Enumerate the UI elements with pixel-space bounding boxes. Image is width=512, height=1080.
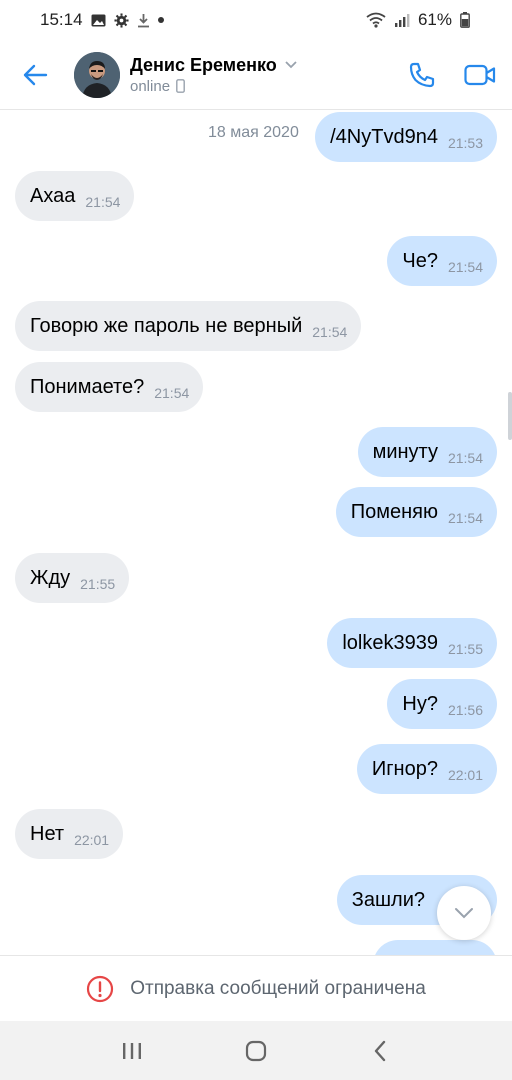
message-time: 21:54	[85, 194, 121, 210]
message-time: 22:01	[74, 832, 110, 848]
message-list[interactable]: /4NyTvd9n4 21:53 18 мая 2020 Ахаа 21:54 …	[0, 110, 512, 955]
chevron-down-icon	[455, 908, 473, 919]
message-time: 21:55	[447, 641, 483, 657]
home-button[interactable]	[236, 1031, 276, 1071]
message-bubble-out[interactable]: Игнор? 22:01	[356, 744, 497, 794]
message-bubble-out[interactable]: lolkek3939 21:55	[327, 618, 497, 668]
message-bubble-in[interactable]: Ахаа 21:54	[15, 171, 135, 221]
screen: 15:14 61% Денис Еременко online /4NyTvd9…	[0, 0, 512, 1080]
scroll-down-button[interactable]	[437, 886, 491, 940]
message-bubble-out[interactable]: минуту 21:54	[357, 427, 497, 477]
contact-status: online	[130, 77, 171, 95]
message-bubble-in[interactable]: Понимаете? 21:54	[15, 362, 204, 412]
system-back-button[interactable]	[360, 1031, 400, 1071]
avatar[interactable]	[74, 51, 120, 98]
battery-icon	[460, 12, 470, 28]
message-bubble-in[interactable]: Говорю же пароль не верный 21:54	[15, 301, 362, 351]
message-text: lolkek3939	[342, 631, 438, 654]
chevron-down-icon	[285, 61, 297, 69]
message-time: 21:55	[80, 576, 116, 592]
message-time: 21:54	[312, 324, 348, 340]
status-time: 15:14	[40, 10, 83, 29]
recent-apps-button[interactable]	[112, 1031, 152, 1071]
message-text: Ахаа	[30, 184, 76, 207]
messaging-restricted-notice: Отправка сообщений ограничена	[0, 955, 512, 1021]
message-time: 21:53	[447, 135, 483, 151]
chat-header: Денис Еременко online	[0, 40, 512, 110]
back-button[interactable]	[0, 40, 70, 110]
mobile-phone-icon	[176, 79, 185, 93]
contact-name: Денис Еременко	[130, 54, 277, 75]
home-icon	[245, 1040, 267, 1061]
gallery-icon	[91, 14, 106, 27]
notification-dot-icon	[157, 17, 164, 23]
message-text: Понимаете?	[30, 375, 145, 398]
message-bubble-out[interactable]: Че? 21:54	[387, 236, 497, 286]
message-text: Зашли?	[351, 888, 425, 911]
message-text: Че?	[402, 249, 438, 272]
message-time: 21:54	[447, 450, 483, 466]
battery-percent: 61%	[417, 10, 452, 29]
message-time: 22:01	[447, 767, 483, 783]
message-text: Говорю же пароль не верный	[30, 314, 303, 337]
message-text: /4NyTvd9n4	[330, 125, 438, 148]
message-bubble-out[interactable]: /4NyTvd9n4 21:53	[315, 112, 497, 162]
message-bubble-out[interactable]: Ну? 21:56	[387, 679, 497, 729]
wifi-icon	[366, 12, 386, 28]
settings-gear-icon	[114, 12, 129, 28]
message-text: минуту	[372, 440, 438, 463]
message-bubble-in[interactable]: Нет 22:01	[15, 809, 124, 859]
message-text: Жду	[30, 566, 71, 589]
download-icon	[137, 13, 150, 28]
date-separator: 18 мая 2020	[198, 118, 309, 148]
message-bubble-in[interactable]: Жду 21:55	[15, 553, 130, 603]
recent-apps-icon	[123, 1042, 141, 1059]
message-time: 21:56	[447, 702, 483, 718]
avatar-portrait-icon	[74, 51, 120, 98]
message-text: Поменяю	[350, 500, 438, 523]
arrow-left-icon	[23, 64, 48, 85]
video-call-button[interactable]	[462, 57, 498, 93]
message-text: Нет	[30, 822, 65, 845]
signal-icon	[394, 13, 410, 28]
contact-info[interactable]: Денис Еременко online	[130, 55, 404, 95]
message-text: Ну?	[402, 692, 438, 715]
message-bubble-out-partial[interactable]	[373, 940, 497, 955]
message-bubble-out[interactable]: Поменяю 21:54	[335, 487, 497, 537]
system-navigation-bar	[0, 1021, 512, 1080]
scrollbar[interactable]	[508, 392, 512, 440]
status-bar: 15:14 61%	[0, 0, 512, 40]
message-text: Игнор?	[371, 757, 438, 780]
nav-back-icon	[374, 1040, 386, 1061]
message-time: 21:54	[154, 385, 190, 401]
message-time: 21:54	[447, 259, 483, 275]
notice-text: Отправка сообщений ограничена	[130, 977, 426, 999]
video-camera-icon	[464, 64, 496, 85]
phone-icon	[409, 62, 435, 87]
call-button[interactable]	[404, 57, 440, 93]
exclamation-circle-icon	[87, 975, 114, 1002]
message-time: 21:54	[447, 510, 483, 526]
